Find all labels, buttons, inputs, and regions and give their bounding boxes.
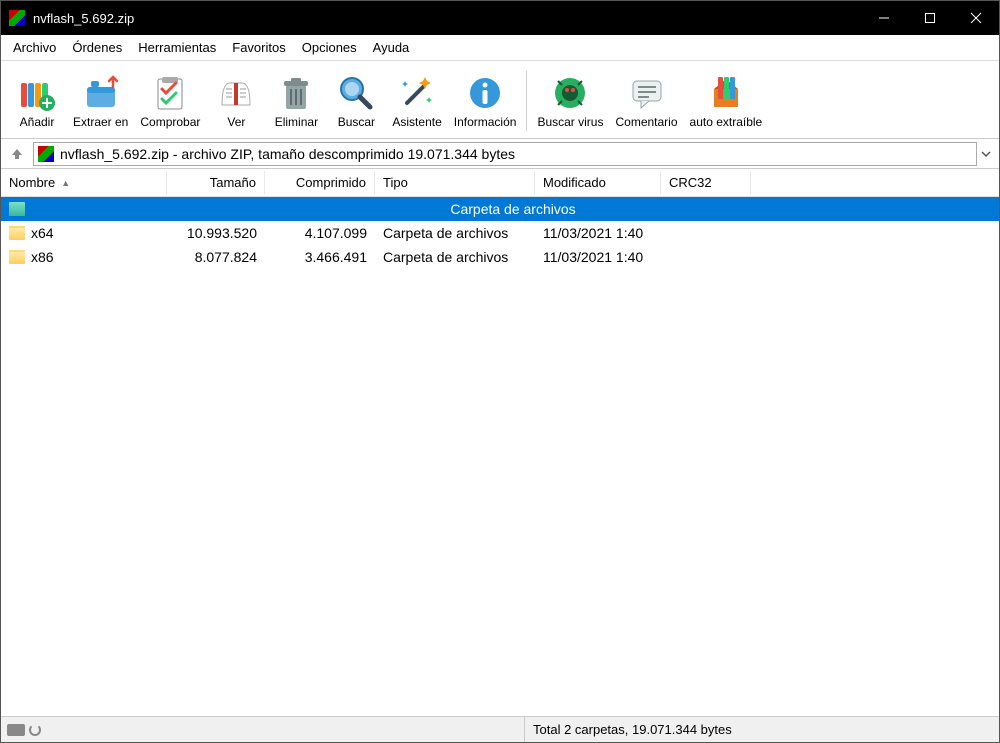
folder-icon xyxy=(9,250,25,264)
col-name[interactable]: Nombre ▲ xyxy=(1,171,167,194)
toolbar: Añadir Extraer en Comprobar Ver Eliminar… xyxy=(1,61,999,139)
parent-folder-row[interactable]: .. Carpeta de archivos xyxy=(1,197,999,221)
cell-size: 8.077.824 xyxy=(167,249,265,265)
status-text: Total 2 carpetas, 19.071.344 bytes xyxy=(525,722,999,737)
address-dropdown[interactable] xyxy=(977,149,995,159)
app-icon xyxy=(9,10,25,26)
virus-button[interactable]: Buscar virus xyxy=(531,71,609,131)
status-left xyxy=(1,717,525,742)
extract-button[interactable]: Extraer en xyxy=(67,71,134,131)
col-crc[interactable]: CRC32 xyxy=(661,171,751,194)
wizard-label: Asistente xyxy=(392,115,441,129)
col-type[interactable]: Tipo xyxy=(375,171,535,194)
cell-modified: 11/03/2021 1:40 xyxy=(535,225,661,241)
view-label: Ver xyxy=(227,115,245,129)
menu-herramientas[interactable]: Herramientas xyxy=(130,37,224,58)
table-row[interactable]: x86 8.077.824 3.466.491 Carpeta de archi… xyxy=(1,245,999,269)
sfx-icon xyxy=(706,73,746,113)
col-name-label: Nombre xyxy=(9,175,55,190)
comment-icon xyxy=(627,73,667,113)
status-bar: Total 2 carpetas, 19.071.344 bytes xyxy=(1,716,999,742)
column-header: Nombre ▲ Tamaño Comprimido Tipo Modificad… xyxy=(1,169,999,197)
info-label: Información xyxy=(454,115,517,129)
extract-label: Extraer en xyxy=(73,115,128,129)
key-icon[interactable] xyxy=(29,724,41,736)
cell-compressed: 4.107.099 xyxy=(265,225,375,241)
find-icon xyxy=(336,73,376,113)
sfx-button[interactable]: auto extraíble xyxy=(684,71,769,131)
address-field[interactable]: nvflash_5.692.zip - archivo ZIP, tamaño … xyxy=(33,142,977,166)
cell-name: .. xyxy=(1,201,27,217)
add-icon xyxy=(17,73,57,113)
wizard-icon xyxy=(397,73,437,113)
col-compressed[interactable]: Comprimido xyxy=(265,171,375,194)
drive-icon[interactable] xyxy=(7,724,25,736)
cell-type: Carpeta de archivos xyxy=(375,249,535,265)
menu-bar: Archivo Órdenes Herramientas Favoritos O… xyxy=(1,35,999,61)
info-button[interactable]: Información xyxy=(448,71,523,131)
comment-label: Comentario xyxy=(615,115,677,129)
close-button[interactable] xyxy=(953,1,999,35)
file-list[interactable]: .. Carpeta de archivos x64 10.993.520 4.… xyxy=(1,197,999,716)
comment-button[interactable]: Comentario xyxy=(609,71,683,131)
find-label: Buscar xyxy=(338,115,375,129)
col-size[interactable]: Tamaño xyxy=(167,171,265,194)
cell-type: Carpeta de archivos xyxy=(375,225,535,241)
menu-archivo[interactable]: Archivo xyxy=(5,37,64,58)
cell-name: x86 xyxy=(1,249,167,265)
sfx-label: auto extraíble xyxy=(690,115,763,129)
window-controls xyxy=(861,1,999,35)
menu-favoritos[interactable]: Favoritos xyxy=(224,37,293,58)
title-bar: nvflash_5.692.zip xyxy=(1,1,999,35)
address-bar: nvflash_5.692.zip - archivo ZIP, tamaño … xyxy=(1,139,999,169)
test-label: Comprobar xyxy=(140,115,200,129)
add-button[interactable]: Añadir xyxy=(7,71,67,131)
folder-icon xyxy=(9,226,25,240)
delete-button[interactable]: Eliminar xyxy=(266,71,326,131)
delete-label: Eliminar xyxy=(275,115,318,129)
add-label: Añadir xyxy=(20,115,55,129)
delete-icon xyxy=(276,73,316,113)
cell-compressed: 3.466.491 xyxy=(265,249,375,265)
find-button[interactable]: Buscar xyxy=(326,71,386,131)
test-button[interactable]: Comprobar xyxy=(134,71,206,131)
view-icon xyxy=(216,73,256,113)
parent-folder-icon xyxy=(9,202,25,216)
file-name: x86 xyxy=(31,249,54,265)
view-button[interactable]: Ver xyxy=(206,71,266,131)
col-modified[interactable]: Modificado xyxy=(535,171,661,194)
file-name: x64 xyxy=(31,225,54,241)
cell-type: Carpeta de archivos xyxy=(27,201,999,217)
virus-label: Buscar virus xyxy=(537,115,603,129)
sort-indicator-icon: ▲ xyxy=(61,178,70,188)
info-icon xyxy=(465,73,505,113)
maximize-button[interactable] xyxy=(907,1,953,35)
cell-name: x64 xyxy=(1,225,167,241)
menu-ayuda[interactable]: Ayuda xyxy=(365,37,418,58)
menu-opciones[interactable]: Opciones xyxy=(294,37,365,58)
menu-ordenes[interactable]: Órdenes xyxy=(64,37,130,58)
toolbar-separator xyxy=(526,71,527,131)
address-text: nvflash_5.692.zip - archivo ZIP, tamaño … xyxy=(60,146,972,162)
test-icon xyxy=(150,73,190,113)
up-button[interactable] xyxy=(5,142,29,166)
cell-modified: 11/03/2021 1:40 xyxy=(535,249,661,265)
archive-icon xyxy=(38,146,54,162)
extract-icon xyxy=(81,73,121,113)
table-row[interactable]: x64 10.993.520 4.107.099 Carpeta de arch… xyxy=(1,221,999,245)
cell-size: 10.993.520 xyxy=(167,225,265,241)
minimize-button[interactable] xyxy=(861,1,907,35)
virus-icon xyxy=(550,73,590,113)
window-title: nvflash_5.692.zip xyxy=(33,11,861,26)
wizard-button[interactable]: Asistente xyxy=(386,71,447,131)
